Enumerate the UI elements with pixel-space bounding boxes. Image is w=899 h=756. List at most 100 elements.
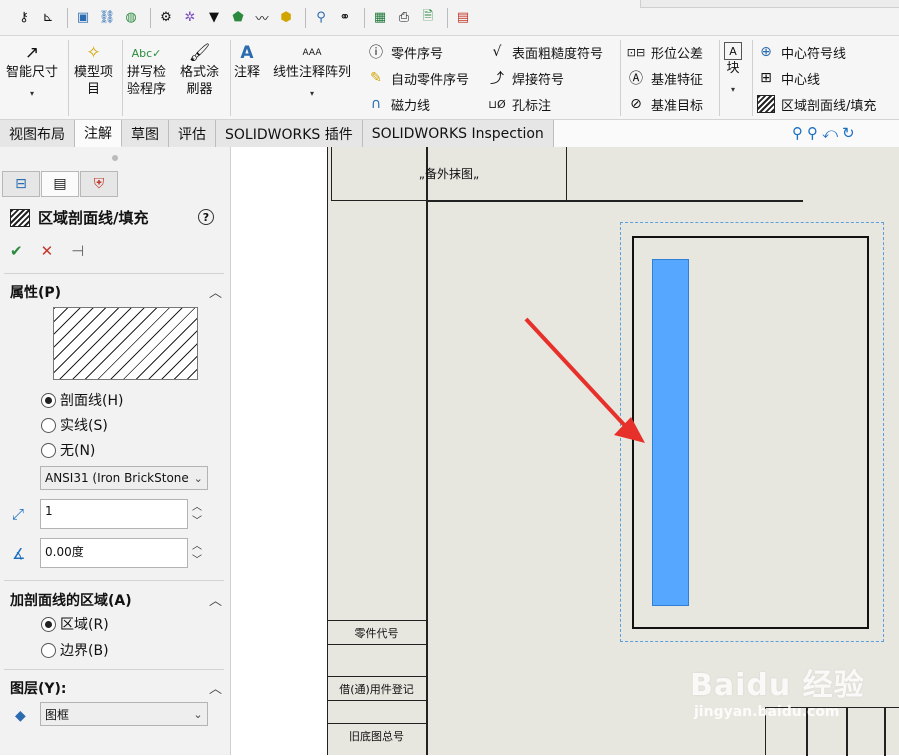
- weld-symbol-button[interactable]: ⤴ 焊接符号: [488, 68, 564, 88]
- tab-view-layout[interactable]: 视图布局: [0, 120, 75, 147]
- search-icon[interactable]: ⚲: [311, 8, 331, 28]
- spin-down-icon[interactable]: ﹀: [192, 515, 202, 529]
- note-icon: A: [240, 42, 254, 63]
- tab-sketch[interactable]: 草图: [122, 120, 169, 147]
- configuration-manager-tab[interactable]: ⛨: [80, 171, 118, 197]
- block-button[interactable]: A 块 ▾: [724, 42, 742, 98]
- settings-icon[interactable]: ✲: [180, 8, 200, 28]
- spin-up-icon[interactable]: ︿: [192, 540, 202, 554]
- monitor-icon[interactable]: ▣: [73, 8, 93, 28]
- chevron-down-icon[interactable]: ▾: [731, 81, 735, 98]
- panel-tabs: ⊟ ▤ ⛨: [2, 171, 119, 197]
- key-icon[interactable]: ⚷: [14, 8, 34, 28]
- toolbar-separator: [364, 7, 365, 28]
- geometric-tolerance-button[interactable]: ⊡⊟ 形位公差: [627, 42, 703, 62]
- datum-feature-button[interactable]: Ⓐ 基准特征: [627, 68, 703, 88]
- radio-button-selected: [41, 392, 56, 408]
- spring-icon[interactable]: 〰: [252, 8, 272, 28]
- radio-hatch[interactable]: 剖面线(H): [41, 390, 123, 410]
- properties-section-header[interactable]: 属性(P) ︿: [10, 282, 222, 302]
- spell-check-button[interactable]: Abc✓ 拼写检 验程序: [127, 42, 166, 98]
- binoculars-icon[interactable]: ⚭: [335, 8, 355, 28]
- chevron-down-icon: ⌄: [193, 471, 203, 485]
- balloon-button[interactable]: ⓘ 零件序号: [367, 42, 443, 62]
- zoom-area-icon[interactable]: ⚲: [807, 124, 818, 142]
- spin-down-icon[interactable]: ﹀: [192, 554, 202, 568]
- toolbar-separator: [305, 7, 306, 28]
- smart-dimension-button[interactable]: ↗ 智能尺寸 ▾: [6, 42, 58, 102]
- magnetic-line-button[interactable]: ∩ 磁力线: [367, 94, 430, 114]
- format-painter-button[interactable]: 🖌 格式涂 刷器: [180, 42, 219, 98]
- linear-note-pattern-button[interactable]: AAA 线性注释阵列 ▾: [273, 42, 351, 102]
- surface-finish-button[interactable]: √ 表面粗糙度符号: [488, 42, 603, 62]
- angle-icon: ∡: [12, 545, 26, 563]
- panel-grip[interactable]: [112, 155, 118, 161]
- tab-solidworks-addins[interactable]: SOLIDWORKS 插件: [216, 120, 363, 147]
- property-manager-tab[interactable]: ▤: [41, 171, 79, 197]
- scale-spinner[interactable]: ︿ ﹀: [190, 501, 204, 529]
- radio-boundary[interactable]: 边界(B): [41, 640, 109, 660]
- view-toolbar: ⚲ ⚲ ⤺ ↻: [792, 124, 855, 142]
- funnel-icon[interactable]: ▼: [204, 8, 224, 28]
- zoom-fit-icon[interactable]: ⚲: [792, 124, 803, 142]
- ribbon-separator: [620, 40, 621, 116]
- cancel-icon[interactable]: ✕: [41, 242, 54, 260]
- plug-icon[interactable]: ⬢: [276, 8, 296, 28]
- chevron-down-icon[interactable]: ▾: [310, 85, 314, 102]
- radio-none[interactable]: 无(N): [41, 440, 95, 460]
- help-icon[interactable]: ?: [198, 209, 214, 225]
- ok-icon[interactable]: ✔: [10, 242, 23, 260]
- new-document-icon[interactable]: 🗎: [418, 8, 438, 28]
- auto-balloon-button[interactable]: ✎ 自动零件序号: [367, 68, 469, 88]
- angle-spinner[interactable]: ︿ ﹀: [190, 540, 204, 568]
- radio-region[interactable]: 区域(R): [41, 614, 109, 634]
- center-mark-button[interactable]: ⊕ 中心符号线: [757, 42, 846, 62]
- area-hatch-button[interactable]: 区域剖面线/填充: [757, 94, 876, 114]
- hole-callout-button[interactable]: ⊔Ø 孔标注: [488, 94, 551, 114]
- layer-section-header[interactable]: 图层(Y): ︿: [10, 678, 222, 698]
- datum-target-button[interactable]: ⊘ 基准目标: [627, 94, 703, 114]
- hole-callout-icon: ⊔Ø: [488, 97, 506, 111]
- hatch-angle-input[interactable]: 0.00度: [40, 538, 188, 568]
- layer-select[interactable]: 图框 ⌄: [40, 702, 208, 726]
- pushpin-icon[interactable]: ⊣: [71, 242, 84, 260]
- previous-view-icon[interactable]: ⤺: [822, 124, 838, 142]
- ribbon-separator: [752, 40, 753, 116]
- scale-icon: ⤢: [12, 505, 25, 523]
- ribbon-separator: [122, 40, 123, 116]
- note-button[interactable]: A 注释: [234, 42, 260, 81]
- spin-up-icon[interactable]: ︿: [192, 501, 202, 515]
- auto-balloon-icon: ✎: [370, 70, 382, 86]
- area-section-header[interactable]: 加剖面线的区域(A) ︿: [10, 590, 222, 610]
- network-icon[interactable]: ⛓: [97, 8, 117, 28]
- centerline-button[interactable]: ⊞ 中心线: [757, 68, 820, 88]
- ribbon-separator: [719, 40, 720, 116]
- datum-feature-icon: Ⓐ: [629, 71, 643, 87]
- chevron-up-icon[interactable]: ︿: [209, 678, 222, 698]
- tab-solidworks-inspection[interactable]: SOLIDWORKS Inspection: [362, 120, 554, 147]
- hatch-scale-input[interactable]: 1: [40, 499, 188, 529]
- print-icon[interactable]: ⎙: [394, 8, 414, 28]
- axis-icon[interactable]: ⊾: [38, 8, 58, 28]
- chevron-up-icon[interactable]: ︿: [209, 590, 222, 610]
- datum-target-icon: ⊘: [630, 96, 642, 112]
- hatch-pattern-select[interactable]: ANSI31 (Iron BrickStone) ⌄: [40, 466, 208, 490]
- model-items-button[interactable]: ✧ 模型项 目: [74, 42, 113, 98]
- block-icon: A: [724, 42, 742, 60]
- magnet-icon: ∩: [370, 96, 382, 112]
- property-list-icon: ▤: [53, 176, 67, 192]
- rotate-icon[interactable]: ↻: [842, 124, 855, 142]
- chevron-up-icon[interactable]: ︿: [209, 282, 222, 302]
- feature-manager-tab[interactable]: ⊟: [2, 171, 40, 197]
- chevron-down-icon[interactable]: ▾: [30, 85, 34, 102]
- tab-evaluate[interactable]: 评估: [169, 120, 216, 147]
- pin-icon[interactable]: ⬟: [228, 8, 248, 28]
- tab-annotation[interactable]: 注解: [75, 120, 122, 147]
- globe-icon[interactable]: ◍: [121, 8, 141, 28]
- gear-icon[interactable]: ⚙: [156, 8, 176, 28]
- spell-check-icon: Abc✓: [131, 46, 162, 60]
- tolerance-icon: ⊡⊟: [626, 45, 646, 59]
- report-icon[interactable]: ▤: [453, 8, 473, 28]
- excel-icon[interactable]: ▦: [370, 8, 390, 28]
- radio-solid[interactable]: 实线(S): [41, 415, 108, 435]
